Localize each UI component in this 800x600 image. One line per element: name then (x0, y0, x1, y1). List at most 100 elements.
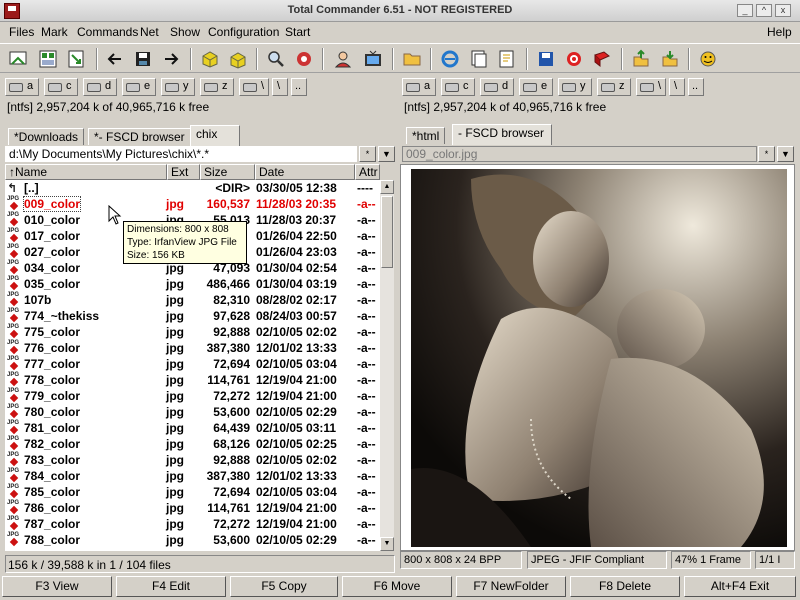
file-row[interactable]: JPG 779_color jpg 72,272 12/19/04 21:00 -a-- (5, 388, 380, 404)
target-icon[interactable] (564, 49, 584, 69)
menu-net[interactable]: Net (140, 25, 159, 39)
alt-f4-exit-button[interactable]: Alt+F4 Exit (684, 576, 796, 597)
menu-start[interactable]: Start (285, 25, 310, 39)
right-path-bar[interactable]: 009_color.jpg (402, 146, 757, 162)
save-settings-icon[interactable] (536, 49, 556, 69)
file-attr: -a-- (357, 213, 376, 227)
menu-mark[interactable]: Mark (41, 25, 68, 39)
tab-downloads[interactable]: *Downloads (8, 128, 85, 145)
drive-network-button[interactable]: \ (239, 78, 269, 96)
edit-icon[interactable] (497, 49, 517, 69)
history-button[interactable]: * (359, 146, 376, 162)
drive-y-button[interactable]: y (161, 78, 195, 96)
file-list-scrollbar[interactable]: ▲ ▼ (380, 180, 394, 551)
menu-commands[interactable]: Commands (77, 25, 138, 39)
forward-icon[interactable] (161, 49, 181, 69)
scroll-thumb[interactable] (381, 196, 393, 268)
root-dir-button[interactable]: \ (272, 78, 288, 96)
file-row[interactable]: JPG 784_color jpg 387,380 12/01/02 13:33 -a-- (5, 468, 380, 484)
column-date-header[interactable]: Date (255, 164, 355, 180)
drive-y-button[interactable]: y (558, 78, 592, 96)
root-dir-button[interactable]: \ (669, 78, 685, 96)
drive-c-button[interactable]: c (441, 78, 475, 96)
file-row[interactable]: JPG 107b jpg 82,310 08/28/02 02:17 -a-- (5, 292, 380, 308)
download-icon[interactable] (660, 49, 680, 69)
tab-chix[interactable]: chix (190, 125, 240, 146)
column-name-header[interactable]: ↑Name (5, 164, 167, 180)
multi-rename-icon[interactable] (294, 49, 314, 69)
file-row[interactable]: JPG 786_color jpg 114,761 12/19/04 21:00 -a-- (5, 500, 380, 516)
back-icon[interactable] (105, 49, 125, 69)
file-row[interactable]: JPG 785_color jpg 72,694 02/10/05 03:04 -a-- (5, 484, 380, 500)
tab-fscd-browser[interactable]: *- FSCD browser (88, 128, 191, 145)
file-row[interactable]: JPG 783_color jpg 92,888 02/10/05 02:02 -a-- (5, 452, 380, 468)
f5-copy-button[interactable]: F5 Copy (230, 576, 338, 597)
tab-html[interactable]: *html (406, 127, 446, 144)
column-size-header[interactable]: Size (200, 164, 255, 180)
jpg-file-icon: JPG (7, 532, 21, 548)
close-button[interactable]: x (775, 4, 791, 17)
ie-icon[interactable] (440, 49, 460, 69)
history-button[interactable]: * (758, 146, 775, 162)
file-row[interactable]: JPG 009_color jpg 160,537 11/28/03 20:35 -a-- (5, 196, 380, 212)
menu-configuration[interactable]: Configuration (208, 25, 279, 39)
drive-a-button[interactable]: a (5, 78, 39, 96)
file-row[interactable]: JPG 778_color jpg 114,761 12/19/04 21:00 -a-- (5, 372, 380, 388)
save-icon[interactable] (133, 49, 153, 69)
unpack-icon[interactable] (228, 49, 248, 69)
tv-icon[interactable] (363, 49, 383, 69)
folder-open-icon[interactable] (402, 49, 422, 69)
f8-delete-button[interactable]: F8 Delete (570, 576, 680, 597)
column-ext-header[interactable]: Ext (167, 164, 200, 180)
file-row[interactable]: JPG 035_color jpg 486,466 01/30/04 03:19 -a-- (5, 276, 380, 292)
file-row[interactable]: JPG 774_~thekiss jpg 97,628 08/24/03 00:57 -a… (5, 308, 380, 324)
scroll-up-arrow[interactable]: ▲ (380, 180, 394, 194)
drive-e-button[interactable]: e (122, 78, 156, 96)
minimize-button[interactable]: _ (737, 4, 753, 17)
scroll-down-arrow[interactable]: ▼ (380, 537, 394, 551)
f7-newfolder-button[interactable]: F7 NewFolder (456, 576, 566, 597)
column-attr-header[interactable]: Attr (355, 164, 380, 180)
f3-view-button[interactable]: F3 View (2, 576, 112, 597)
parent-dir-button[interactable]: .. (291, 78, 307, 96)
menu-files[interactable]: Files (9, 25, 34, 39)
drive-c-button[interactable]: c (44, 78, 78, 96)
file-row[interactable]: JPG 781_color jpg 64,439 02/10/05 03:11 -a-- (5, 420, 380, 436)
book-icon[interactable] (592, 49, 612, 69)
upload-icon[interactable] (631, 49, 651, 69)
drive-z-button[interactable]: z (597, 78, 631, 96)
smiley-icon[interactable] (698, 49, 718, 69)
file-row[interactable]: JPG 782_color jpg 68,126 02/10/05 02:25 -a-- (5, 436, 380, 452)
file-row[interactable]: JPG 776_color jpg 387,380 12/01/02 13:33 -a-- (5, 340, 380, 356)
left-path-bar[interactable]: d:\My Documents\My Pictures\chix\*.* (5, 146, 357, 162)
thumbnail-view-icon[interactable] (38, 49, 58, 69)
drive-a-button[interactable]: a (402, 78, 436, 96)
f4-edit-button[interactable]: F4 Edit (116, 576, 226, 597)
menu-show[interactable]: Show (170, 25, 200, 39)
parent-dir-button[interactable]: .. (688, 78, 704, 96)
pack-icon[interactable] (200, 49, 220, 69)
file-row[interactable]: JPG 787_color jpg 72,272 12/19/04 21:00 -a-- (5, 516, 380, 532)
f6-move-button[interactable]: F6 Move (342, 576, 452, 597)
refresh-icon[interactable] (8, 49, 28, 69)
parent-dir-row[interactable]: ↰ [..] <DIR> 03/30/05 12:38 ---- (5, 180, 380, 196)
drive-network-button[interactable]: \ (636, 78, 666, 96)
drive-e-button[interactable]: e (519, 78, 553, 96)
tab-fscd-browser[interactable]: - FSCD browser (452, 124, 552, 145)
copy-names-icon[interactable] (469, 49, 489, 69)
image-preview-pane[interactable] (400, 164, 795, 551)
hotlist-button[interactable]: ▼ (777, 146, 794, 162)
file-tree-icon[interactable] (66, 49, 86, 69)
hotlist-button[interactable]: ▼ (378, 146, 395, 162)
user-icon[interactable] (333, 49, 353, 69)
drive-z-button[interactable]: z (200, 78, 234, 96)
drive-d-button[interactable]: d (83, 78, 117, 96)
file-row[interactable]: JPG 777_color jpg 72,694 02/10/05 03:04 -a-- (5, 356, 380, 372)
menu-help[interactable]: Help (767, 25, 792, 39)
drive-d-button[interactable]: d (480, 78, 514, 96)
find-icon[interactable] (266, 49, 286, 69)
file-row[interactable]: JPG 775_color jpg 92,888 02/10/05 02:02 -a-- (5, 324, 380, 340)
maximize-button[interactable]: ^ (756, 4, 772, 17)
file-row[interactable]: JPG 788_color jpg 53,600 02/10/05 02:29 -a-- (5, 532, 380, 548)
file-row[interactable]: JPG 780_color jpg 53,600 02/10/05 02:29 -a-- (5, 404, 380, 420)
